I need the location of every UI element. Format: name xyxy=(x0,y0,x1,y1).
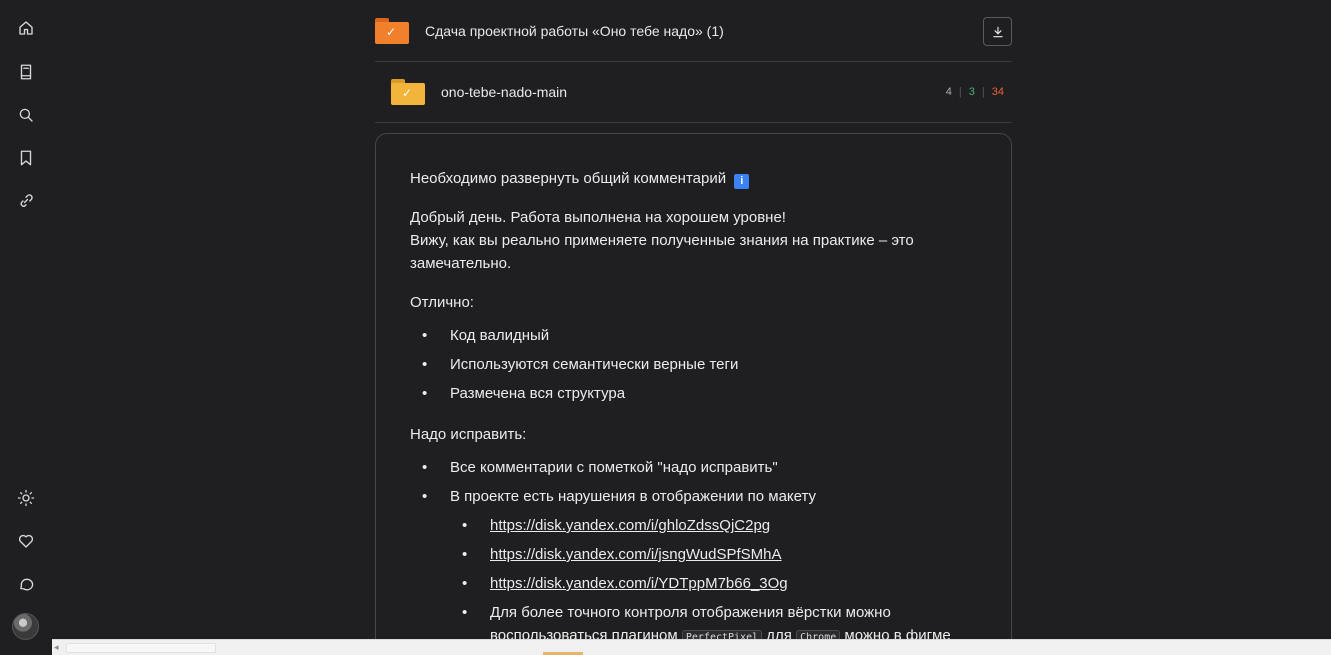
sidebar xyxy=(0,0,52,655)
nested-list: https://disk.yandex.com/i/ghloZdssQjC2pg… xyxy=(410,514,977,649)
folder-icon: ✓ xyxy=(375,18,409,44)
list-item: В проекте есть нарушения в отображении п… xyxy=(410,485,977,514)
folder-row[interactable]: ✓ ono-tebe-nado-main 4 | 3 | 34 xyxy=(375,62,1012,123)
expand-note: Необходимо развернуть общий комментарий … xyxy=(410,167,977,190)
scroll-left-icon[interactable]: ◂ xyxy=(54,642,59,653)
bookmark-icon[interactable] xyxy=(10,142,42,174)
stat-green: 3 xyxy=(968,86,975,98)
list-item: https://disk.yandex.com/i/ghloZdssQjC2pg xyxy=(410,514,977,543)
list-item: Используются семантически верные теги xyxy=(410,353,977,382)
book-icon[interactable] xyxy=(10,56,42,88)
sun-icon[interactable] xyxy=(10,482,42,514)
link-icon[interactable] xyxy=(10,185,42,217)
list-item: https://disk.yandex.com/i/YDTppM7b66_3Og xyxy=(410,572,977,601)
stat-divider: | xyxy=(981,86,985,98)
heart-icon[interactable] xyxy=(10,525,42,557)
review-comment-card: Необходимо развернуть общий комментарий … xyxy=(375,133,1012,655)
scrollbar-thumb[interactable] xyxy=(66,643,216,653)
fix-list: Все комментарии с пометкой "надо исправи… xyxy=(410,456,977,514)
stat-neutral: 4 xyxy=(945,86,952,98)
home-icon[interactable] xyxy=(10,12,42,44)
stat-divider: | xyxy=(958,86,962,98)
disk-link[interactable]: https://disk.yandex.com/i/YDTppM7b66_3Og xyxy=(490,575,788,592)
stat-red: 34 xyxy=(991,86,1004,98)
folder-icon: ✓ xyxy=(391,79,425,105)
horizontal-scrollbar[interactable]: ◂ xyxy=(52,639,1331,655)
list-item: https://disk.yandex.com/i/jsngWudSPfSMhA xyxy=(410,543,977,572)
disk-link[interactable]: https://disk.yandex.com/i/jsngWudSPfSMhA xyxy=(490,546,782,563)
fix-heading: Надо исправить: xyxy=(410,426,527,443)
submission-header: ✓ Сдача проектной работы «Оно тебе надо»… xyxy=(375,0,1012,62)
list-item: Код валидный xyxy=(410,324,977,353)
list-item: Все комментарии с пометкой "надо исправи… xyxy=(410,456,977,485)
avatar[interactable] xyxy=(12,613,39,640)
folder-name: ono-tebe-nado-main xyxy=(441,84,568,100)
good-heading: Отлично: xyxy=(410,294,474,311)
folder-stats: 4 | 3 | 34 xyxy=(946,86,1004,98)
greeting: Добрый день. Работа выполнена на хорошем… xyxy=(410,209,914,272)
disk-link[interactable]: https://disk.yandex.com/i/ghloZdssQjC2pg xyxy=(490,517,770,534)
search-icon[interactable] xyxy=(10,99,42,131)
download-button[interactable] xyxy=(983,17,1012,46)
submission-title: Сдача проектной работы «Оно тебе надо» (… xyxy=(425,23,724,39)
chat-icon[interactable] xyxy=(10,568,42,600)
good-list: Код валидный Используются семантически в… xyxy=(410,324,977,411)
list-item: Размечена вся структура xyxy=(410,382,977,411)
download-icon xyxy=(992,26,1003,37)
info-icon: i xyxy=(734,174,750,189)
